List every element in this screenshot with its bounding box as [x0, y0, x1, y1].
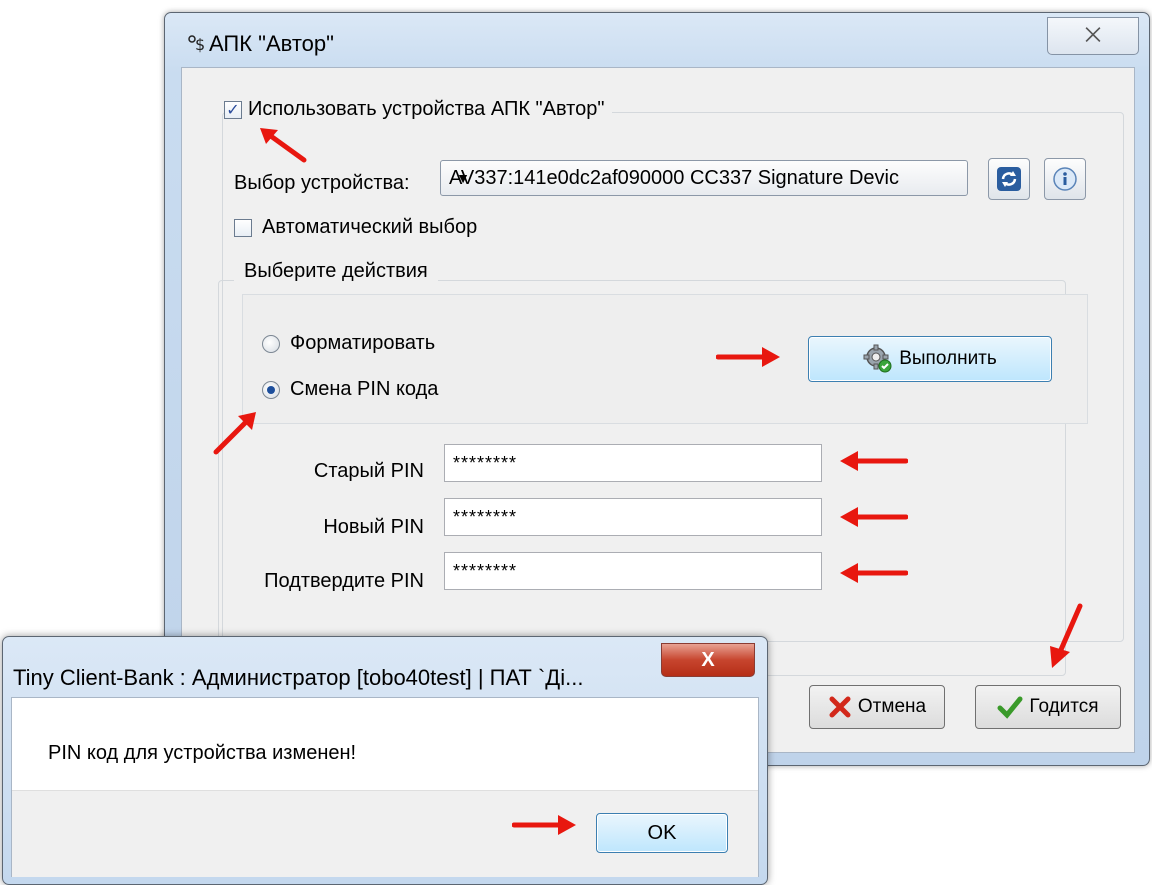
- refresh-device-button[interactable]: [988, 158, 1030, 200]
- message-box-client: PIN код для устройства изменен! OK: [11, 697, 759, 877]
- auto-select-row[interactable]: Автоматический выбор: [234, 216, 477, 239]
- cancel-icon: [829, 696, 851, 718]
- device-select[interactable]: AV337:141e0dc2af090000 CC337 Signature D…: [440, 160, 968, 196]
- radio-format-label: Форматировать: [290, 332, 436, 354]
- execute-button[interactable]: Выполнить: [808, 336, 1052, 382]
- radio-change-pin-label: Смена PIN кода: [290, 378, 439, 400]
- message-box-close-button[interactable]: X: [661, 643, 755, 677]
- annotation-arrow-icon: [260, 128, 307, 163]
- message-text: PIN код для устройства изменен!: [48, 742, 357, 764]
- cancel-button-label: Отмена: [857, 696, 927, 717]
- use-devices-checkbox[interactable]: ✓: [224, 100, 242, 119]
- confirm-pin-label: Подтвердите PIN: [264, 570, 424, 592]
- close-icon: X: [701, 648, 715, 671]
- radio-change-pin[interactable]: [262, 380, 280, 399]
- use-devices-label: Использовать устройства АПК "Автор": [248, 98, 605, 120]
- annotation-arrow-icon: [840, 563, 908, 583]
- auto-select-label: Автоматический выбор: [262, 216, 478, 238]
- radio-format[interactable]: [262, 334, 280, 353]
- new-pin-label: Новый PIN: [323, 516, 424, 538]
- close-button[interactable]: ⨉: [1047, 17, 1139, 55]
- auto-select-checkbox[interactable]: [234, 218, 252, 237]
- new-pin-input[interactable]: [444, 498, 822, 536]
- ok-button[interactable]: Годится: [975, 685, 1121, 729]
- message-box-window: Tiny Client-Bank : Администратор [tobo40…: [2, 636, 768, 885]
- radio-format-row[interactable]: Форматировать: [262, 332, 435, 355]
- device-select-value: AV337:141e0dc2af090000 CC337 Signature D…: [449, 166, 899, 189]
- dialog-title: АПК "Автор": [209, 31, 334, 56]
- annotation-arrow-icon: [716, 347, 780, 367]
- radio-change-pin-row[interactable]: Смена PIN кода: [262, 378, 438, 401]
- message-box-footer: OK: [12, 790, 758, 877]
- old-pin-label: Старый PIN: [313, 460, 424, 482]
- annotation-arrow-icon: [840, 451, 908, 471]
- message-ok-button-label: OK: [647, 821, 677, 844]
- info-button[interactable]: [1044, 158, 1086, 200]
- annotation-arrow-icon: [512, 815, 576, 835]
- message-box-title: Tiny Client-Bank : Администратор [tobo40…: [13, 665, 584, 690]
- app-icon: $: [188, 35, 205, 53]
- annotation-arrow-icon: [213, 412, 256, 455]
- cancel-button[interactable]: Отмена: [809, 685, 945, 729]
- old-pin-input[interactable]: [444, 444, 822, 482]
- annotation-arrow-icon: [1050, 603, 1083, 668]
- ok-button-label: Годится: [1029, 696, 1099, 717]
- use-devices-checkbox-row[interactable]: ✓ Использовать устройства АПК "Автор": [224, 98, 613, 121]
- close-icon: ⨉: [1085, 24, 1101, 47]
- execute-button-label: Выполнить: [899, 348, 997, 369]
- svg-text:$: $: [195, 35, 205, 53]
- confirm-pin-input[interactable]: [444, 552, 822, 590]
- refresh-icon: [997, 167, 1021, 191]
- checkmark-icon: [997, 696, 1023, 719]
- annotation-arrow-icon: [840, 507, 908, 527]
- info-icon: [1053, 167, 1077, 191]
- message-ok-button[interactable]: OK: [596, 813, 728, 853]
- actions-group-title: Выберите действия: [234, 260, 438, 283]
- device-select-label: Выбор устройства:: [234, 172, 410, 194]
- chevron-down-icon: ▼: [456, 170, 470, 186]
- gear-icon: [863, 344, 892, 373]
